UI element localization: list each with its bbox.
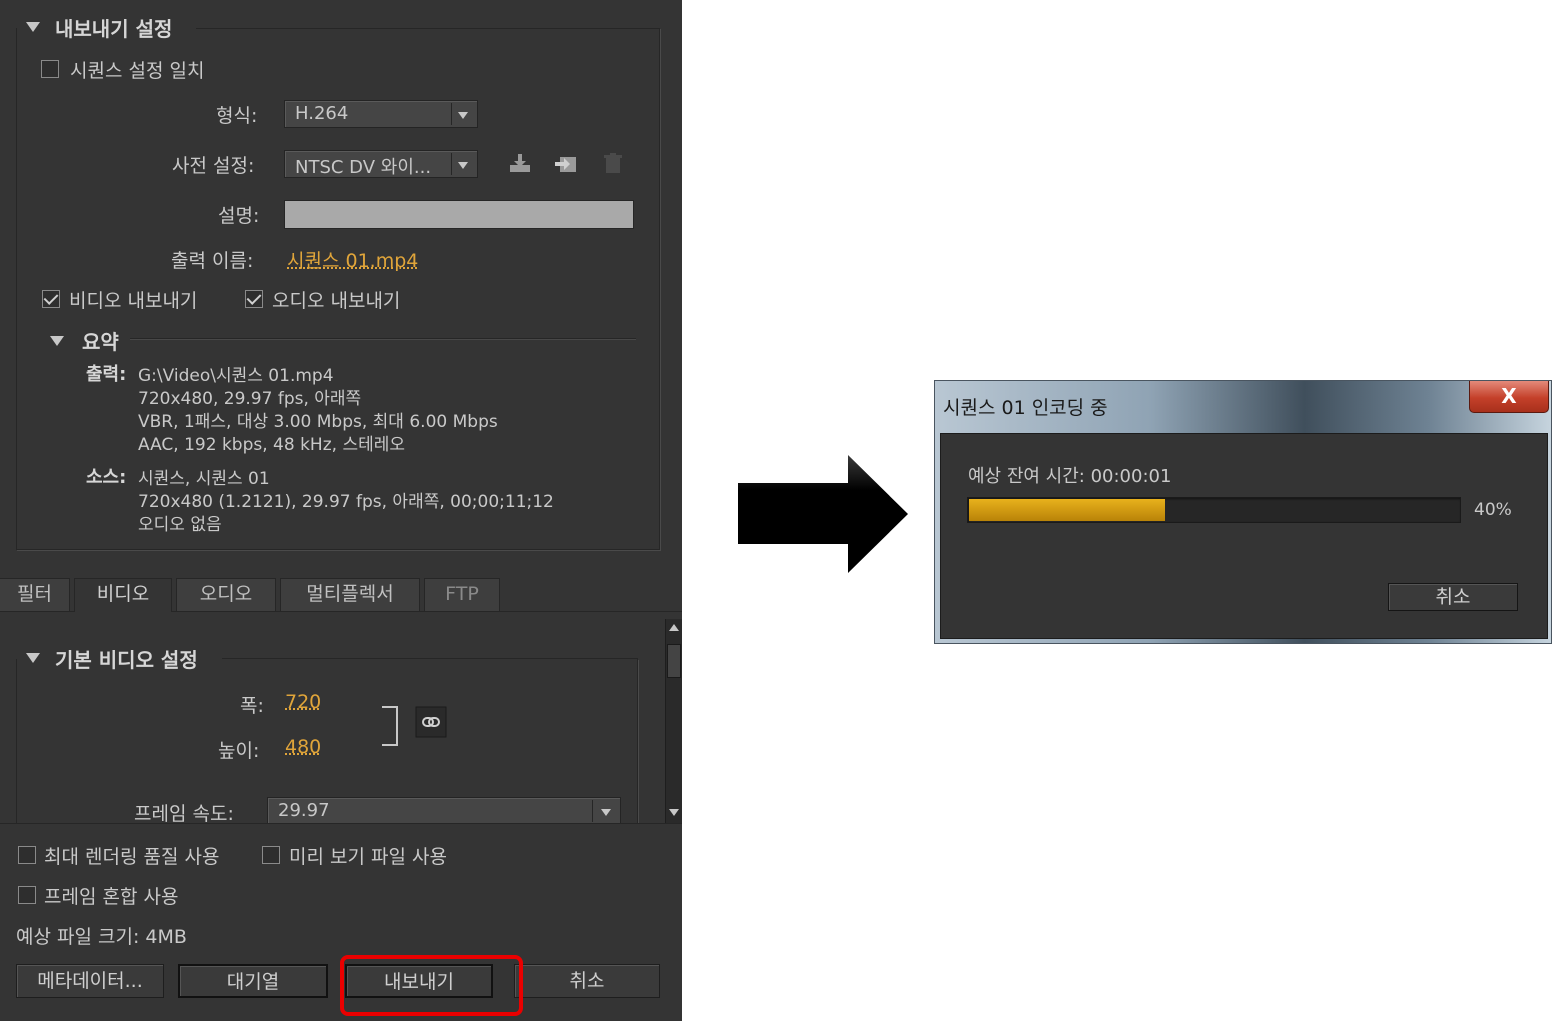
preset-value: NTSC DV 와이... bbox=[295, 157, 432, 178]
progress-fill bbox=[969, 499, 1165, 521]
format-label: 형식: bbox=[216, 105, 258, 127]
tab-video[interactable]: 비디오 bbox=[74, 578, 172, 612]
section-divider bbox=[196, 28, 660, 29]
save-preset-icon[interactable] bbox=[508, 152, 532, 174]
height-value[interactable]: 480 bbox=[285, 736, 321, 758]
preset-label: 사전 설정: bbox=[172, 155, 255, 177]
max-render-label: 최대 렌더링 품질 사용 bbox=[44, 846, 220, 868]
dialog-title: 시퀀스 01 인코딩 중 bbox=[943, 397, 1108, 419]
export-button-highlight bbox=[340, 955, 523, 1016]
delete-preset-icon[interactable] bbox=[601, 152, 625, 174]
scroll-up-icon[interactable] bbox=[669, 624, 679, 631]
match-sequence-label: 시퀀스 설정 일치 bbox=[70, 60, 205, 82]
cancel-button[interactable]: 취소 bbox=[514, 964, 660, 998]
summary-source-line: 시퀀스, 시퀀스 01 bbox=[138, 469, 270, 489]
frame-blend-checkbox[interactable] bbox=[18, 886, 36, 904]
match-sequence-checkbox[interactable] bbox=[41, 60, 59, 78]
queue-button[interactable]: 대기열 bbox=[178, 964, 328, 998]
summary-divider bbox=[130, 338, 636, 339]
chevron-down-icon bbox=[458, 162, 468, 169]
summary-output-line: G:\Video\시퀀스 01.mp4 bbox=[138, 366, 334, 386]
frame-rate-value: 29.97 bbox=[278, 800, 330, 821]
comments-label: 설명: bbox=[218, 205, 260, 227]
preview-files-checkbox[interactable] bbox=[262, 846, 280, 864]
format-dropdown[interactable]: H.264 bbox=[284, 100, 478, 128]
frame-blend-label: 프레임 혼합 사용 bbox=[44, 886, 179, 908]
dialog-cancel-button[interactable]: 취소 bbox=[1388, 583, 1518, 611]
height-label: 높이: bbox=[218, 740, 260, 762]
metadata-button[interactable]: 메타데이터... bbox=[16, 964, 164, 998]
dialog-body: 예상 잔여 시간: 00:00:01 40% 취소 bbox=[940, 433, 1548, 639]
comments-field[interactable] bbox=[284, 200, 634, 229]
summary-source-label: 소스: bbox=[86, 467, 127, 488]
right-arrow-icon bbox=[738, 455, 908, 573]
frame-rate-label: 프레임 속도: bbox=[134, 803, 234, 825]
preset-dropdown[interactable]: NTSC DV 와이... bbox=[284, 150, 478, 178]
scrollbar[interactable] bbox=[665, 619, 682, 823]
export-video-label: 비디오 내보내기 bbox=[69, 290, 198, 312]
tab-filters[interactable]: 필터 bbox=[0, 578, 70, 611]
export-audio-checkbox[interactable] bbox=[245, 290, 263, 308]
import-preset-icon[interactable] bbox=[554, 152, 578, 174]
summary-output-line: 720x480, 29.97 fps, 아래쪽 bbox=[138, 389, 362, 409]
summary-source-line: 720x480 (1.2121), 29.97 fps, 아래쪽, 00;00;… bbox=[138, 492, 554, 512]
summary-output-label: 출력: bbox=[86, 364, 127, 385]
export-settings-panel: 내보내기 설정 시퀀스 설정 일치 형식: H.264 사전 설정: NTSC … bbox=[0, 0, 682, 1021]
remaining-time-text: 예상 잔여 시간: 00:00:01 bbox=[968, 466, 1172, 487]
format-value: H.264 bbox=[295, 103, 349, 124]
section-divider bbox=[222, 658, 638, 659]
max-render-checkbox[interactable] bbox=[18, 846, 36, 864]
chevron-down-icon bbox=[601, 809, 611, 816]
output-name-link[interactable]: 시퀀스 01.mp4 bbox=[287, 246, 418, 273]
progress-percent: 40% bbox=[1474, 500, 1512, 520]
scroll-down-icon[interactable] bbox=[669, 809, 679, 816]
summary-source-line: 오디오 없음 bbox=[138, 515, 222, 535]
aspect-bracket bbox=[382, 706, 398, 746]
summary-output-line: AAC, 192 kbps, 48 kHz, 스테레오 bbox=[138, 435, 406, 455]
width-value[interactable]: 720 bbox=[285, 691, 321, 713]
close-icon[interactable]: X bbox=[1469, 381, 1549, 413]
export-video-checkbox[interactable] bbox=[42, 290, 60, 308]
frame-rate-dropdown[interactable]: 29.97 bbox=[267, 797, 621, 825]
export-audio-label: 오디오 내보내기 bbox=[272, 290, 401, 312]
preview-files-label: 미리 보기 파일 사용 bbox=[289, 846, 447, 868]
tab-audio[interactable]: 오디오 bbox=[176, 578, 276, 611]
encoding-dialog: 시퀀스 01 인코딩 중 X 예상 잔여 시간: 00:00:01 40% 취소 bbox=[934, 380, 1552, 644]
chevron-down-icon bbox=[458, 112, 468, 119]
file-size-text: 예상 파일 크기: 4MB bbox=[16, 926, 187, 948]
summary-title: 요약 bbox=[82, 330, 119, 354]
summary-output-line: VBR, 1패스, 대상 3.00 Mbps, 최대 6.00 Mbps bbox=[138, 412, 498, 432]
collapse-triangle-icon[interactable] bbox=[50, 336, 64, 346]
link-chain-icon[interactable] bbox=[415, 706, 447, 738]
scrollbar-thumb[interactable] bbox=[667, 644, 681, 678]
width-label: 폭: bbox=[240, 695, 264, 717]
output-name-label: 출력 이름: bbox=[171, 250, 254, 272]
tab-ftp[interactable]: FTP bbox=[424, 578, 500, 611]
tab-multiplexer[interactable]: 멀티플렉서 bbox=[280, 578, 420, 611]
progress-bar bbox=[967, 497, 1461, 523]
